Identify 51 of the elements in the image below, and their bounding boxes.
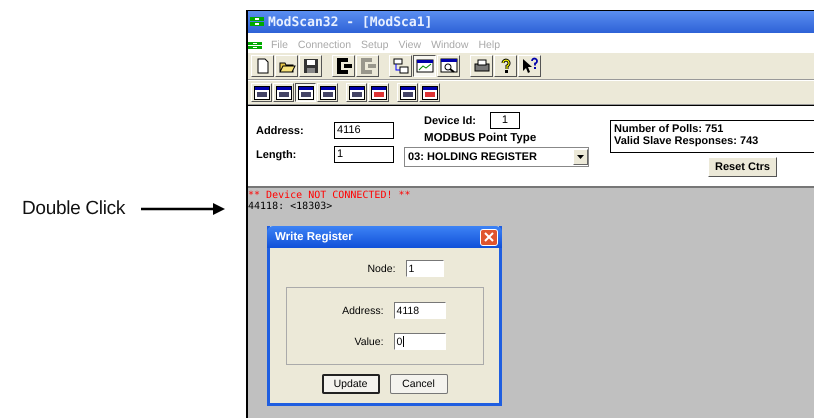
caret-icon (577, 155, 584, 159)
update-button[interactable]: Update (322, 374, 380, 394)
length-field[interactable]: 1 (334, 146, 394, 163)
window-icon (298, 86, 314, 100)
chart-window-icon (416, 57, 434, 75)
stats-line: Number of Polls: 751 (614, 123, 724, 135)
save-button[interactable] (299, 55, 322, 77)
whatsthis-button[interactable] (518, 55, 541, 77)
length-label: Length: (256, 148, 296, 160)
register-value[interactable]: 44118: <18303> (248, 201, 332, 212)
status-message: ** Device NOT CONNECTED! ** (248, 190, 411, 201)
stats-line: Valid Slave Responses: 743 (614, 135, 760, 147)
window-icon (422, 86, 438, 100)
format-button[interactable] (295, 83, 316, 102)
address-field[interactable]: 4116 (334, 122, 394, 139)
window-icon (320, 86, 336, 100)
app-icon (250, 17, 264, 27)
address-field[interactable]: 4118 (394, 302, 446, 319)
value-label: Value: (354, 336, 384, 348)
window-icon (400, 86, 416, 100)
point-type-dropdown[interactable]: 03: HOLDING REGISTER (404, 147, 589, 167)
device-id-field[interactable]: 1 (490, 112, 520, 129)
print-button[interactable] (470, 55, 493, 77)
node-field[interactable]: 1 (406, 260, 444, 277)
dialog-title: Write Register (275, 231, 353, 243)
window-icon (348, 86, 364, 100)
window-icon (370, 86, 386, 100)
node-label: Node: (366, 262, 396, 274)
reset-counters-button[interactable]: Reset Ctrs (708, 157, 778, 177)
window-icon (276, 86, 292, 100)
diagram-icon (392, 57, 410, 75)
address-label: Address: (341, 304, 384, 316)
close-button[interactable] (480, 228, 498, 246)
help-button[interactable] (494, 55, 517, 77)
address-label: Address: (256, 124, 304, 136)
cancel-button[interactable]: Cancel (390, 374, 448, 394)
tree-button[interactable] (389, 55, 412, 77)
device-id-label: Device Id: (424, 114, 476, 126)
close-icon (484, 232, 494, 242)
find-button[interactable] (437, 55, 460, 77)
value-field[interactable]: 0 (394, 333, 446, 350)
magnifier-window-icon (440, 57, 458, 75)
chart-button[interactable] (413, 55, 436, 77)
annotation-label: Double Click (22, 198, 126, 220)
connect-button[interactable] (332, 55, 355, 77)
window-title: ModScan32 - [ModSca1] (268, 14, 432, 30)
open-button[interactable] (275, 55, 298, 77)
new-button[interactable] (251, 55, 274, 77)
point-type-label: MODBUS Point Type (424, 132, 536, 144)
window-icon (254, 86, 270, 100)
pointer-help-icon (520, 57, 538, 75)
